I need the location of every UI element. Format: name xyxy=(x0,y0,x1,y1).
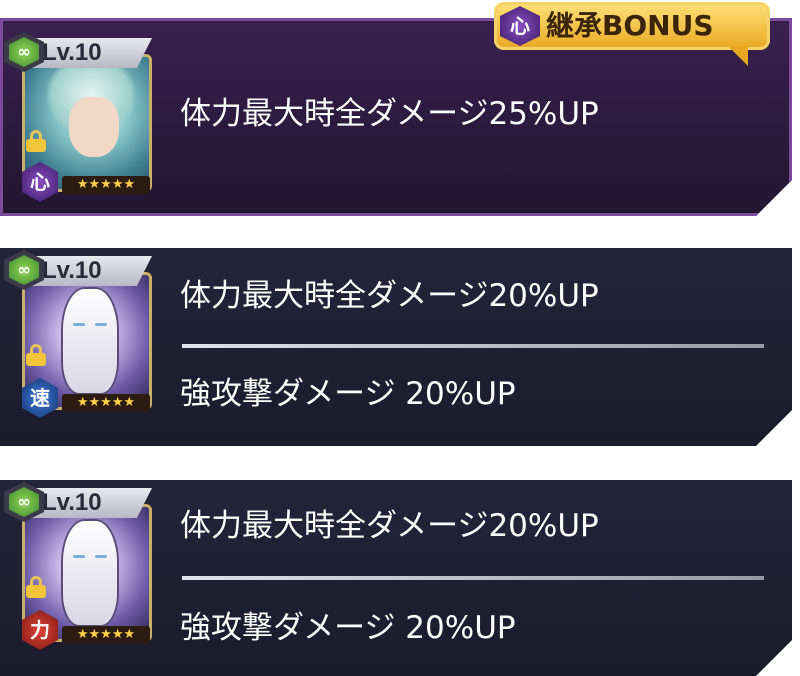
effect-text: 体力最大時全ダメージ20%UP xyxy=(180,278,599,314)
level-badge: Lv.10 ∞ xyxy=(4,250,154,292)
character-mask xyxy=(63,289,117,393)
level-label: Lv.10 xyxy=(42,489,102,516)
effect-text: 強攻撃ダメージ 20%UP xyxy=(180,610,516,646)
character-face xyxy=(69,97,119,157)
level-label: Lv.10 xyxy=(42,39,102,66)
skill-card-2[interactable]: Lv.10 ∞ 速 ★★★★★ 体力最大時全ダメージ20%UP 強攻撃ダメージ … xyxy=(0,248,800,446)
star-rating: ★★★★★ xyxy=(62,176,150,194)
level-badge: Lv.10 ∞ xyxy=(4,482,154,524)
level-label: Lv.10 xyxy=(42,257,102,284)
effect-divider xyxy=(182,344,764,348)
lock-icon xyxy=(26,344,46,366)
effect-text: 強攻撃ダメージ 20%UP xyxy=(180,376,516,412)
star-rating: ★★★★★ xyxy=(62,626,150,644)
effect-text: 体力最大時全ダメージ25%UP xyxy=(180,96,599,132)
inheritance-bonus-tag: 心 継承BONUS xyxy=(494,2,774,66)
bonus-label: 継承BONUS xyxy=(546,9,714,42)
character-mask xyxy=(63,521,117,625)
lock-icon xyxy=(26,130,46,152)
lock-icon xyxy=(26,576,46,598)
star-rating: ★★★★★ xyxy=(62,394,150,412)
effect-text: 体力最大時全ダメージ20%UP xyxy=(180,508,599,544)
effect-divider xyxy=(182,576,764,580)
skill-card-3[interactable]: Lv.10 ∞ 力 ★★★★★ 体力最大時全ダメージ20%UP 強攻撃ダメージ … xyxy=(0,480,800,676)
level-badge: Lv.10 ∞ xyxy=(4,32,154,74)
